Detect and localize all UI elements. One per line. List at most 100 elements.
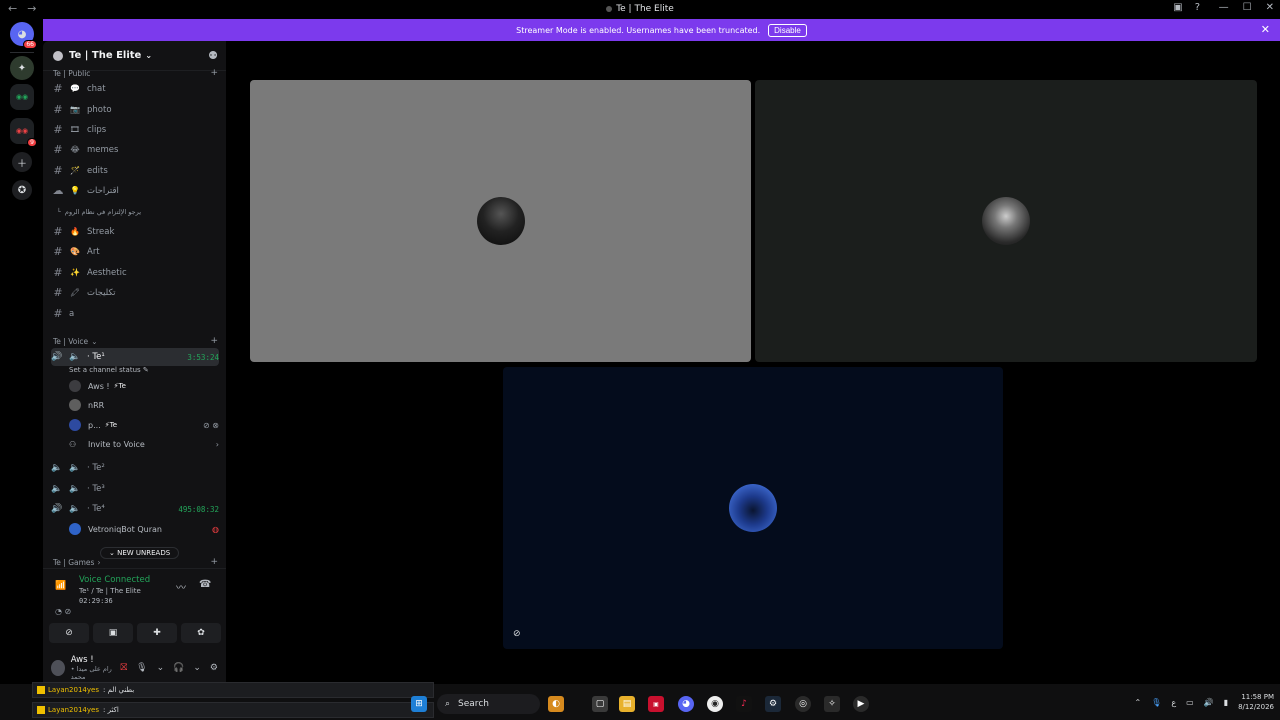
tiktok-icon[interactable]: ♪ [736, 696, 752, 712]
add-server-button[interactable]: ＋ [12, 152, 32, 172]
avatar [69, 399, 81, 411]
channel-name: Streak [87, 226, 115, 237]
help-icon[interactable]: ? [1195, 2, 1200, 13]
noise-suppression-icon[interactable]: 〰 [176, 579, 186, 594]
plus-icon[interactable]: + [210, 68, 218, 78]
voice-channel-link[interactable]: Te¹ / Te | The Elite [79, 587, 141, 595]
disconnect-icon[interactable]: ☎ [199, 579, 211, 590]
chevron-up-icon[interactable]: ⌃ [1135, 698, 1142, 707]
server-folder-2[interactable]: ◉◉ 9 [10, 118, 37, 147]
channel-streak[interactable]: # 🔥 Streak [51, 222, 219, 241]
channel-art[interactable]: # 🎨 Art [51, 242, 219, 261]
discover-button[interactable]: ✪ [12, 180, 32, 200]
chrome-icon[interactable]: ◎ [795, 696, 811, 712]
participant-tile[interactable] [250, 80, 751, 362]
voice-channel-te2[interactable]: 🔈 🔈 · Te² [51, 459, 219, 477]
channel-doodles[interactable]: # 🖍 تكليجات [51, 283, 219, 302]
volume-icon[interactable]: 🔊 [1204, 698, 1214, 707]
plus-icon[interactable]: + [210, 336, 218, 346]
invite-to-voice[interactable]: ⚇ Invite to Voice › [69, 435, 219, 453]
member-tag: ⚡Te [113, 382, 126, 390]
channel-chat[interactable]: # 💬 chat [51, 79, 219, 98]
system-tray: ⌃ 🎙 ع ▭ 🔊 ▮ 11:58 PM 8/12/2026 [1135, 692, 1274, 712]
channel-suggestions[interactable]: ☁ 💡 اقتراحات [51, 181, 219, 200]
discord-taskbar-icon[interactable]: ◕ [678, 696, 694, 712]
screen-share-icon: ▣ [108, 628, 118, 638]
voice-channel-te1[interactable]: 🔊 🔈 · Te¹ 3:53:24 [51, 348, 219, 366]
game-activity-icon[interactable]: ⛝ [120, 663, 127, 673]
headphones-icon[interactable]: 🎧 [173, 663, 184, 673]
voice-duration: 3:53:24 [187, 352, 219, 362]
app-icon[interactable]: ◉ [707, 696, 723, 712]
voice-channel-te3[interactable]: 🔈 🔈 · Te³ [51, 480, 219, 498]
taskbar-search[interactable]: ⌕ Search [437, 694, 540, 714]
microphone-icon[interactable]: 🎙 [1151, 698, 1161, 707]
chevron-down-icon[interactable]: ⌄ [157, 663, 165, 673]
voice-channel-te4[interactable]: 🔊 🔈 · Te⁴ 495:08:32 [51, 500, 219, 518]
plus-icon[interactable]: + [210, 557, 218, 567]
screen-share-button[interactable]: ▣ [93, 623, 133, 643]
channel-photo[interactable]: # 📷 photo [51, 100, 219, 119]
user-avatar[interactable] [51, 660, 65, 676]
user-info[interactable]: Aws ! • رام على ميدا محمد [71, 655, 121, 681]
channel-a[interactable]: # a [51, 304, 219, 323]
clock[interactable]: 11:58 PM 8/12/2026 [1238, 692, 1274, 712]
windows-start-icon[interactable]: ⊞ [411, 696, 427, 712]
chevron-down-icon: ⌄ [109, 549, 115, 557]
news-app-icon[interactable]: ▣ [648, 696, 664, 712]
channel-status[interactable]: Set a channel status ✎ [69, 366, 149, 374]
minimize-icon[interactable]: — [1219, 2, 1229, 13]
battery-icon[interactable]: ▮ [1224, 698, 1228, 707]
task-view-icon[interactable]: ▢ [592, 696, 608, 712]
add-person-icon: ⚇ [69, 439, 77, 449]
channel-aesthetic[interactable]: # ✨ Aesthetic [51, 263, 219, 282]
titlebar-tools: ▣ ? [1173, 2, 1200, 13]
voice-member[interactable]: Aws ! ⚡Te [69, 377, 219, 395]
chat-notification[interactable]: Layan2014yes : بطني الم [32, 682, 434, 698]
avatar [69, 523, 81, 535]
close-window-icon[interactable]: ✕ [1266, 2, 1274, 13]
media-player-icon[interactable]: ▶ [853, 696, 869, 712]
inbox-icon[interactable]: ▣ [1173, 2, 1182, 13]
channel-name: Aesthetic [87, 267, 127, 278]
network-icon[interactable]: ▭ [1186, 698, 1194, 707]
voice-member-bot[interactable]: VetroniqBot Quran ◍ [69, 520, 219, 538]
server-icon[interactable]: ✦ [10, 56, 34, 80]
server-folder[interactable]: ◉◉ [10, 84, 34, 110]
microphone-icon[interactable]: 🎙 [136, 663, 147, 673]
camera-off-button[interactable]: ⊘ [49, 623, 89, 643]
chevron-down-icon[interactable]: ⌄ [193, 663, 201, 673]
voice-member[interactable]: nRR [69, 396, 219, 414]
guild-header[interactable]: Te | The Elite ⌄ ⚉ [43, 41, 226, 71]
participant-tile[interactable]: ⊘ [503, 367, 1003, 649]
close-icon[interactable]: ✕ [1261, 23, 1270, 36]
notification-icon [37, 686, 45, 694]
category-voice[interactable]: Te | Voice ⌄ + [53, 336, 218, 346]
category-public[interactable]: Te | Public + [53, 68, 218, 78]
participant-tile[interactable] [755, 80, 1257, 362]
voice-member[interactable]: p... ⚡Te ⊘ ⊗ [69, 416, 219, 434]
thread-item[interactable]: └ يرجو الإلتزام في نظام الروم [57, 202, 225, 221]
activities-button[interactable]: ✚ [137, 623, 177, 643]
chat-notification[interactable]: Layan2014yes : اكثر [32, 702, 434, 718]
widgets-icon[interactable]: ◐ [548, 696, 564, 712]
invite-members-icon[interactable]: ⚉ [208, 49, 218, 62]
user-status: • رام على ميدا محمد [70, 665, 112, 681]
language-indicator[interactable]: ع [1171, 698, 1176, 707]
maximize-icon[interactable]: ☐ [1243, 2, 1252, 13]
voice-status[interactable]: Voice Connected [79, 575, 150, 585]
soundboard-button[interactable]: ✿ [181, 623, 221, 643]
category-games[interactable]: Te | Games › + [53, 557, 218, 567]
app-icon[interactable]: ✧ [824, 696, 840, 712]
steam-icon[interactable]: ⚙ [765, 696, 781, 712]
channel-clips[interactable]: # 🎞 clips [51, 120, 219, 139]
settings-gear-icon[interactable]: ⚙ [210, 663, 218, 673]
channel-sidebar: Te | The Elite ⌄ ⚉ Te | Public + # 💬 chat … [43, 41, 226, 684]
channel-edits[interactable]: # 🪄 edits [51, 161, 219, 180]
home-button[interactable]: ◕ 66 [10, 22, 37, 49]
channel-memes[interactable]: # 😂 memes [51, 140, 219, 159]
disable-button[interactable]: Disable [768, 23, 807, 37]
server-rail: ◕ 66 ✦ ◉◉ ◉◉ 9 ＋ ✪ [0, 18, 43, 684]
file-explorer-icon[interactable]: ▤ [619, 696, 635, 712]
folder-servers-icon: ◉◉ [15, 93, 29, 101]
